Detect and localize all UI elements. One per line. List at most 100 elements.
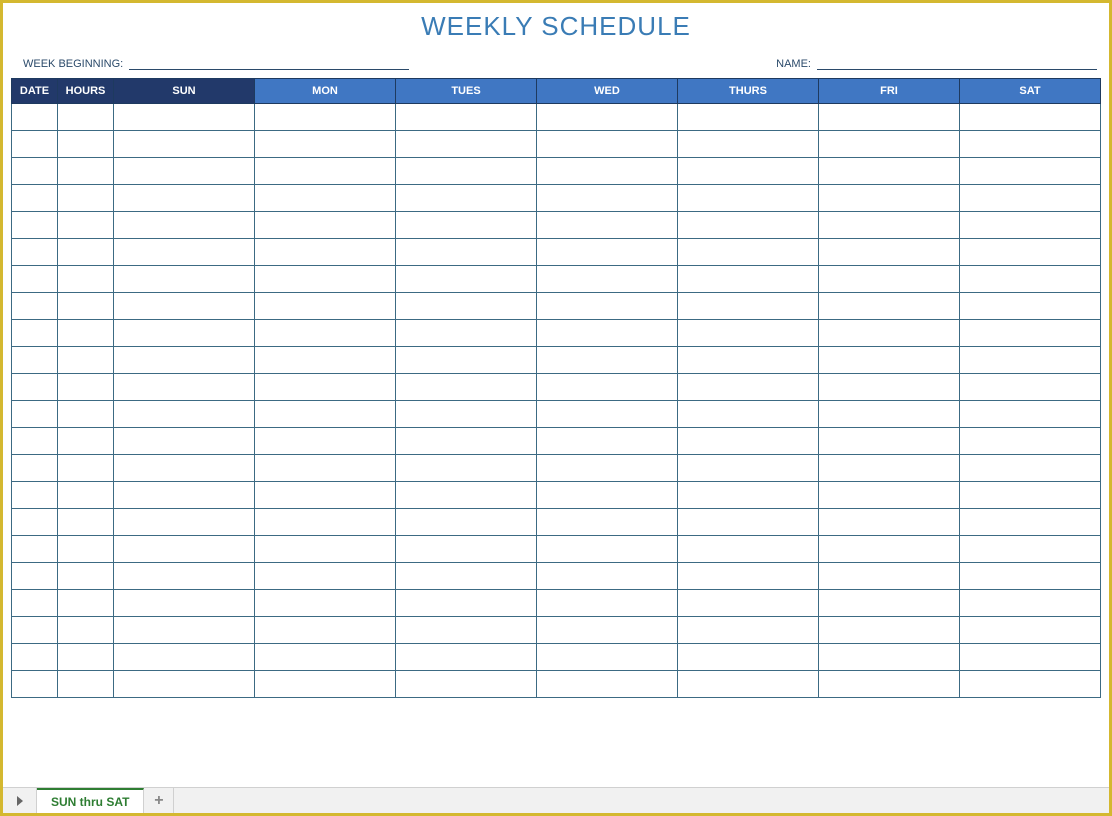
cell-date[interactable] xyxy=(12,563,58,590)
cell-hours[interactable] xyxy=(58,347,114,374)
cell-date[interactable] xyxy=(12,347,58,374)
cell-fri[interactable] xyxy=(819,563,960,590)
cell-thurs[interactable] xyxy=(678,617,819,644)
cell-wed[interactable] xyxy=(537,428,678,455)
cell-thurs[interactable] xyxy=(678,509,819,536)
tab-sun-thru-sat[interactable]: SUN thru SAT xyxy=(37,788,144,813)
cell-sat[interactable] xyxy=(960,455,1101,482)
cell-sat[interactable] xyxy=(960,185,1101,212)
cell-thurs[interactable] xyxy=(678,185,819,212)
cell-sun[interactable] xyxy=(114,563,255,590)
cell-mon[interactable] xyxy=(255,590,396,617)
cell-wed[interactable] xyxy=(537,617,678,644)
cell-thurs[interactable] xyxy=(678,374,819,401)
cell-wed[interactable] xyxy=(537,563,678,590)
cell-mon[interactable] xyxy=(255,509,396,536)
cell-mon[interactable] xyxy=(255,239,396,266)
cell-fri[interactable] xyxy=(819,455,960,482)
cell-sun[interactable] xyxy=(114,158,255,185)
cell-wed[interactable] xyxy=(537,239,678,266)
cell-mon[interactable] xyxy=(255,104,396,131)
cell-hours[interactable] xyxy=(58,590,114,617)
cell-hours[interactable] xyxy=(58,131,114,158)
cell-thurs[interactable] xyxy=(678,482,819,509)
cell-mon[interactable] xyxy=(255,428,396,455)
cell-wed[interactable] xyxy=(537,185,678,212)
cell-sun[interactable] xyxy=(114,347,255,374)
cell-fri[interactable] xyxy=(819,401,960,428)
cell-tues[interactable] xyxy=(396,455,537,482)
cell-date[interactable] xyxy=(12,158,58,185)
cell-thurs[interactable] xyxy=(678,158,819,185)
cell-thurs[interactable] xyxy=(678,347,819,374)
cell-hours[interactable] xyxy=(58,374,114,401)
cell-hours[interactable] xyxy=(58,428,114,455)
cell-hours[interactable] xyxy=(58,671,114,698)
cell-hours[interactable] xyxy=(58,455,114,482)
cell-sat[interactable] xyxy=(960,374,1101,401)
cell-thurs[interactable] xyxy=(678,428,819,455)
cell-mon[interactable] xyxy=(255,563,396,590)
cell-wed[interactable] xyxy=(537,374,678,401)
cell-sat[interactable] xyxy=(960,590,1101,617)
cell-mon[interactable] xyxy=(255,347,396,374)
sheet-nav-button[interactable] xyxy=(3,788,37,813)
cell-sun[interactable] xyxy=(114,482,255,509)
cell-tues[interactable] xyxy=(396,320,537,347)
cell-thurs[interactable] xyxy=(678,293,819,320)
cell-wed[interactable] xyxy=(537,320,678,347)
cell-fri[interactable] xyxy=(819,158,960,185)
cell-tues[interactable] xyxy=(396,563,537,590)
cell-hours[interactable] xyxy=(58,563,114,590)
cell-sat[interactable] xyxy=(960,482,1101,509)
cell-thurs[interactable] xyxy=(678,536,819,563)
cell-wed[interactable] xyxy=(537,266,678,293)
cell-sun[interactable] xyxy=(114,644,255,671)
cell-wed[interactable] xyxy=(537,401,678,428)
cell-date[interactable] xyxy=(12,266,58,293)
cell-sat[interactable] xyxy=(960,239,1101,266)
cell-wed[interactable] xyxy=(537,509,678,536)
cell-hours[interactable] xyxy=(58,644,114,671)
cell-sun[interactable] xyxy=(114,374,255,401)
cell-thurs[interactable] xyxy=(678,266,819,293)
cell-mon[interactable] xyxy=(255,320,396,347)
cell-sun[interactable] xyxy=(114,455,255,482)
week-beginning-input[interactable] xyxy=(129,54,409,70)
cell-tues[interactable] xyxy=(396,590,537,617)
cell-mon[interactable] xyxy=(255,212,396,239)
cell-fri[interactable] xyxy=(819,320,960,347)
cell-sun[interactable] xyxy=(114,509,255,536)
cell-sat[interactable] xyxy=(960,428,1101,455)
cell-tues[interactable] xyxy=(396,509,537,536)
cell-thurs[interactable] xyxy=(678,131,819,158)
cell-date[interactable] xyxy=(12,104,58,131)
cell-date[interactable] xyxy=(12,185,58,212)
cell-date[interactable] xyxy=(12,401,58,428)
cell-fri[interactable] xyxy=(819,644,960,671)
cell-tues[interactable] xyxy=(396,104,537,131)
cell-date[interactable] xyxy=(12,212,58,239)
cell-fri[interactable] xyxy=(819,185,960,212)
cell-date[interactable] xyxy=(12,293,58,320)
cell-tues[interactable] xyxy=(396,374,537,401)
cell-tues[interactable] xyxy=(396,212,537,239)
cell-thurs[interactable] xyxy=(678,563,819,590)
cell-mon[interactable] xyxy=(255,455,396,482)
cell-hours[interactable] xyxy=(58,536,114,563)
cell-sun[interactable] xyxy=(114,239,255,266)
cell-sun[interactable] xyxy=(114,617,255,644)
cell-sun[interactable] xyxy=(114,131,255,158)
cell-tues[interactable] xyxy=(396,158,537,185)
cell-wed[interactable] xyxy=(537,590,678,617)
cell-date[interactable] xyxy=(12,428,58,455)
cell-tues[interactable] xyxy=(396,185,537,212)
cell-sun[interactable] xyxy=(114,401,255,428)
cell-tues[interactable] xyxy=(396,401,537,428)
cell-hours[interactable] xyxy=(58,158,114,185)
cell-sat[interactable] xyxy=(960,293,1101,320)
cell-sat[interactable] xyxy=(960,563,1101,590)
cell-wed[interactable] xyxy=(537,347,678,374)
cell-fri[interactable] xyxy=(819,347,960,374)
cell-date[interactable] xyxy=(12,455,58,482)
